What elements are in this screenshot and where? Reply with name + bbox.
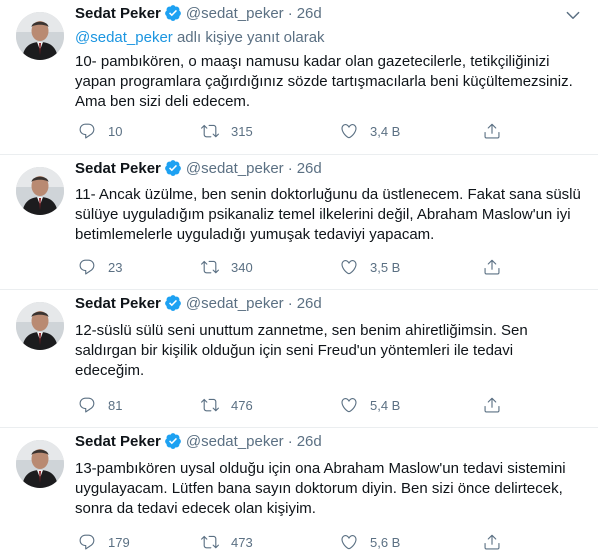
share-button[interactable] (483, 395, 501, 415)
replying-to-mention[interactable]: @sedat_peker (75, 29, 173, 46)
reply-count: 10 (108, 123, 123, 139)
tweet-header: Sedat Peker @sedat_peker · 26d (75, 159, 322, 179)
author-name[interactable]: Sedat Peker (75, 433, 161, 450)
reply-icon (78, 396, 96, 414)
profile-photo (16, 12, 64, 60)
avatar[interactable] (16, 167, 64, 215)
reply-button[interactable]: 23 (78, 257, 122, 277)
avatar[interactable] (16, 12, 64, 60)
tweet-timestamp[interactable]: 26d (297, 160, 322, 177)
like-button[interactable]: 3,4 B (340, 121, 400, 141)
author-name[interactable]: Sedat Peker (75, 160, 161, 177)
reply-button[interactable]: 81 (78, 395, 122, 415)
retweet-icon (201, 396, 219, 414)
share-button[interactable] (483, 532, 501, 552)
tweet-actions: 10 315 3,4 B (75, 121, 505, 141)
author-handle[interactable]: @sedat_peker (186, 433, 284, 450)
like-count: 3,4 B (370, 123, 401, 139)
heart-icon (340, 533, 358, 551)
reply-count: 23 (108, 259, 123, 275)
replying-to-suffix: adlı kişiye yanıt olarak (172, 29, 325, 46)
verified-badge-icon (164, 432, 182, 450)
heart-icon (340, 122, 358, 140)
share-icon (483, 122, 501, 140)
like-button[interactable]: 5,6 B (340, 532, 400, 552)
profile-photo (16, 440, 64, 488)
author-handle[interactable]: @sedat_peker (186, 160, 284, 177)
tweet-text: 11- Ancak üzülme, ben senin doktorluğunu… (75, 186, 581, 243)
share-icon (483, 396, 501, 414)
reply-icon (78, 122, 96, 140)
retweet-count: 473 (231, 534, 253, 550)
share-button[interactable] (483, 121, 501, 141)
reply-count: 179 (108, 534, 130, 550)
verified-badge-icon (164, 159, 182, 177)
tweet-timestamp[interactable]: 26d (297, 5, 322, 22)
profile-photo (16, 302, 64, 350)
reply-count: 81 (108, 397, 123, 413)
verified-badge-icon (164, 4, 182, 22)
share-icon (483, 258, 501, 276)
tweet-header: Sedat Peker @sedat_peker · 26d (75, 4, 322, 24)
tweet[interactable]: Sedat Peker @sedat_peker · 26d 11- Ancak üz… (0, 155, 598, 290)
retweet-button[interactable]: 315 (201, 121, 253, 141)
replying-to: @sedat_peker adlı kişiye yanıt olarak (75, 28, 325, 48)
tweet-actions: 179 473 5,6 B (75, 532, 505, 552)
share-icon (483, 533, 501, 551)
like-count: 5,6 B (370, 534, 401, 550)
tweet-text: 13-pambıkören uysal olduğu için ona Abra… (75, 460, 566, 517)
profile-photo (16, 167, 64, 215)
chevron-down-icon[interactable] (564, 6, 582, 24)
tweet-timestamp[interactable]: 26d (297, 295, 322, 312)
retweet-count: 476 (231, 397, 253, 413)
retweet-count: 340 (231, 259, 253, 275)
retweet-icon (201, 533, 219, 551)
tweet-timestamp[interactable]: 26d (297, 433, 322, 450)
heart-icon (340, 258, 358, 276)
verified-badge-icon (164, 294, 182, 312)
retweet-count: 315 (231, 123, 253, 139)
retweet-button[interactable]: 476 (201, 395, 253, 415)
separator-dot: · (287, 160, 293, 177)
like-count: 3,5 B (370, 259, 401, 275)
like-button[interactable]: 5,4 B (340, 395, 400, 415)
tweet[interactable]: Sedat Peker @sedat_peker · 26d 13-pambıköre… (0, 428, 598, 558)
author-name[interactable]: Sedat Peker (75, 5, 161, 22)
tweet-actions: 23 340 3,5 B (75, 257, 505, 277)
author-handle[interactable]: @sedat_peker (186, 295, 284, 312)
avatar[interactable] (16, 302, 64, 350)
reply-icon (78, 258, 96, 276)
retweet-icon (201, 122, 219, 140)
tweet-actions: 81 476 5,4 B (75, 395, 505, 415)
separator-dot: · (287, 5, 293, 22)
tweet-text: 12-süslü sülü seni unuttum zannetme, sen… (75, 322, 528, 379)
avatar[interactable] (16, 440, 64, 488)
author-handle[interactable]: @sedat_peker (186, 5, 284, 22)
retweet-button[interactable]: 340 (201, 257, 253, 277)
retweet-icon (201, 258, 219, 276)
reply-button[interactable]: 179 (78, 532, 130, 552)
author-name[interactable]: Sedat Peker (75, 295, 161, 312)
tweet-text: 10- pambıkören, o maaşı namusu kadar ola… (75, 53, 573, 110)
like-button[interactable]: 3,5 B (340, 257, 400, 277)
reply-icon (78, 533, 96, 551)
separator-dot: · (287, 295, 293, 312)
like-count: 5,4 B (370, 397, 401, 413)
tweet[interactable]: Sedat Peker @sedat_peker · 26d @sedat_peker… (0, 0, 598, 155)
separator-dot: · (287, 433, 293, 450)
share-button[interactable] (483, 257, 501, 277)
retweet-button[interactable]: 473 (201, 532, 253, 552)
tweet[interactable]: Sedat Peker @sedat_peker · 26d 12-süslü sül… (0, 290, 598, 428)
tweet-header: Sedat Peker @sedat_peker · 26d (75, 432, 322, 452)
reply-button[interactable]: 10 (78, 121, 122, 141)
tweet-header: Sedat Peker @sedat_peker · 26d (75, 294, 322, 314)
heart-icon (340, 396, 358, 414)
